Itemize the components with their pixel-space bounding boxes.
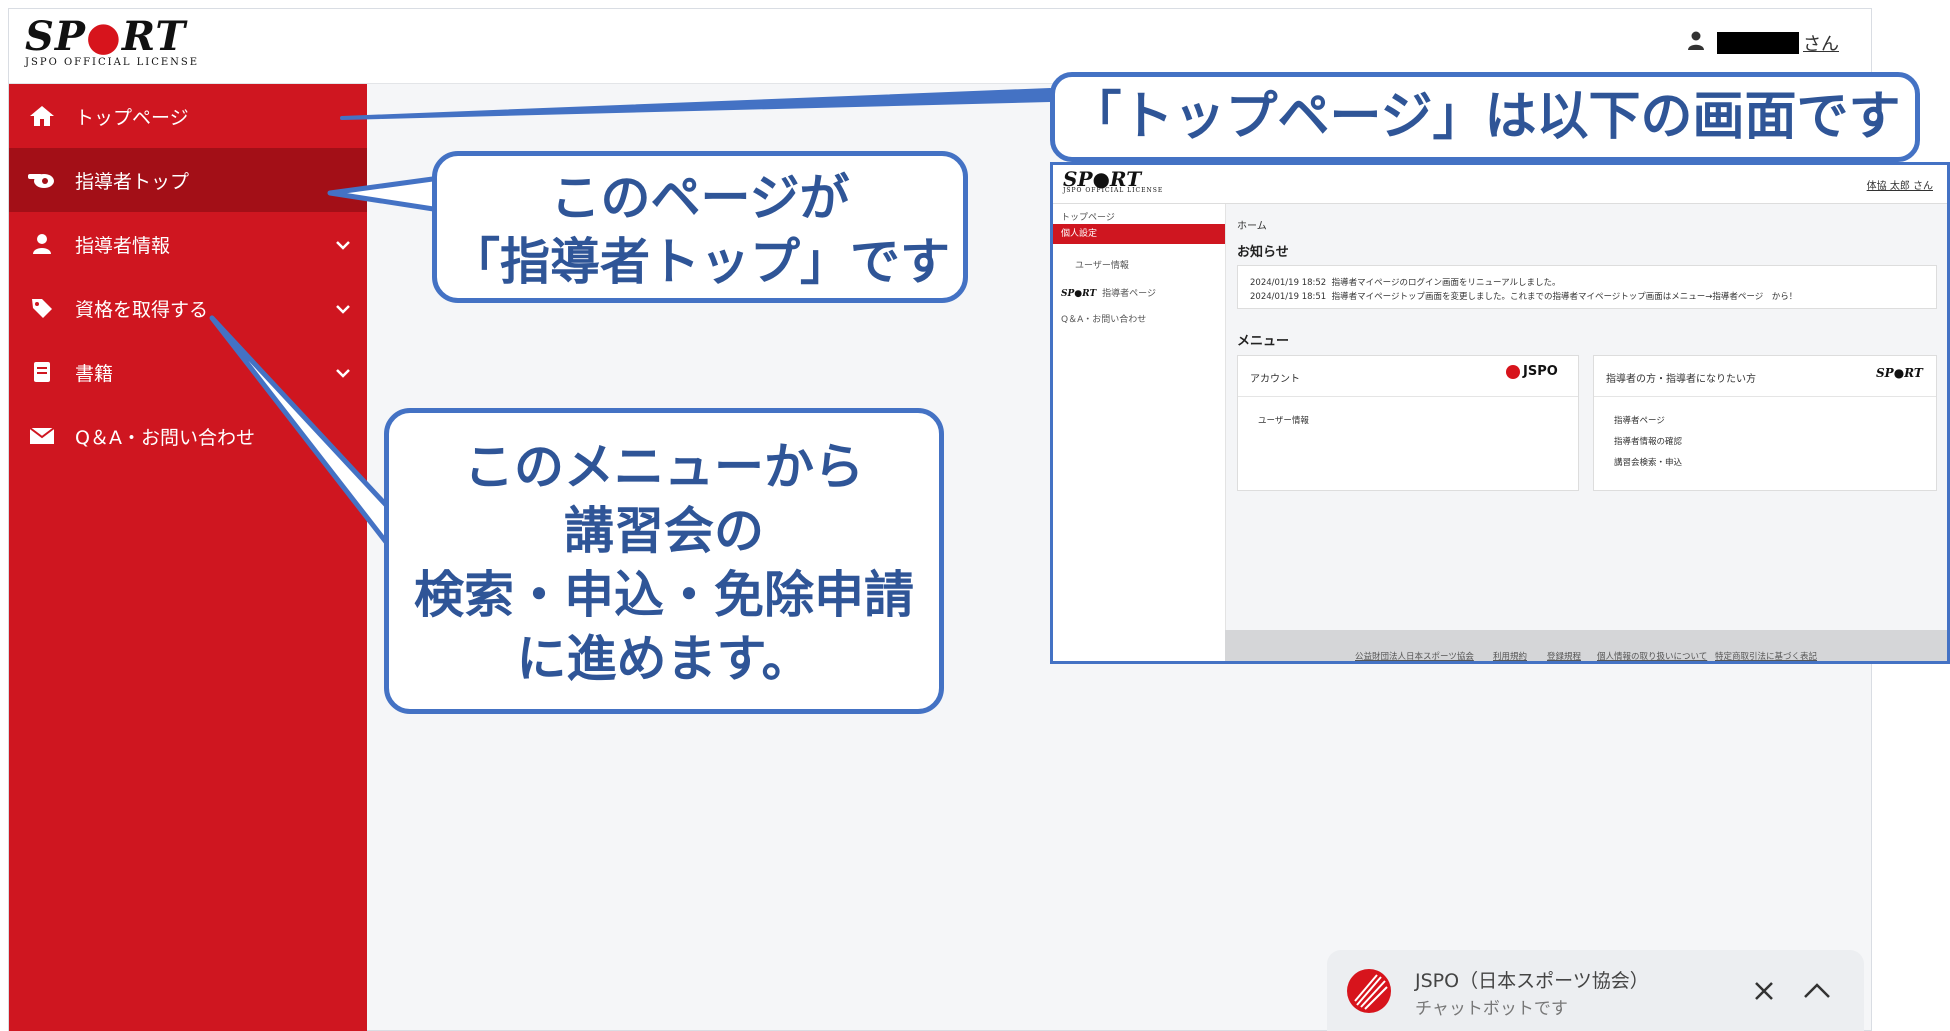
- preview-shidosha-link: 指導者情報の確認: [1614, 437, 1683, 447]
- preview-sport-logo: SP●RT: [1876, 366, 1923, 380]
- preview-news-date: 2024/01/19 18:51: [1250, 292, 1327, 302]
- preview-account-title: アカウント: [1250, 374, 1300, 385]
- callout-menu: このメニューから 講習会の 検索・申込・免除申請 に進めます。: [384, 408, 944, 714]
- callout-line: このメニューから: [464, 438, 864, 496]
- preview-side-user-info: ユーザー情報: [1075, 261, 1129, 271]
- preview-logo: SP●RT JSPO OFFICIAL LICENSE: [1063, 167, 1163, 194]
- preview-shidosha-title: 指導者の方・指導者になりたい方: [1606, 374, 1756, 385]
- callout-shidosha-top: このページが 「指導者トップ」です: [432, 151, 968, 303]
- preview-footer-link: 利用規約: [1493, 652, 1528, 662]
- chevron-up-icon[interactable]: [1802, 980, 1832, 1006]
- preview-side-top: トップページ: [1061, 213, 1115, 223]
- preview-footer-link: 登録規程: [1547, 652, 1582, 662]
- preview-footer: 公益財団法人日本スポーツ協会 利用規約 登録規程 個人情報の取り扱いについて 特…: [1225, 630, 1947, 662]
- callout-top-page-text: 「トップページ」は以下の画面です: [1069, 87, 1901, 147]
- callout-line: に進めます。: [516, 630, 812, 688]
- preview-logo-sub: JSPO OFFICIAL LICENSE: [1063, 187, 1164, 194]
- preview-news-text: 指導者マイページトップ画面を変更しました。これまでの指導者マイページトップ画面は…: [1331, 292, 1798, 302]
- preview-top-bar: SP●RT JSPO OFFICIAL LICENSE 体協 太郎 さん: [1053, 165, 1947, 204]
- preview-user: 体協 太郎 さん: [1866, 181, 1933, 192]
- top-page-preview: SP●RT JSPO OFFICIAL LICENSE 体協 太郎 さん トップ…: [1050, 162, 1950, 664]
- jspo-logo-icon: [1347, 968, 1391, 1013]
- preview-menu-heading: メニュー: [1237, 334, 1290, 349]
- preview-news-row: 2024/01/19 18:52 指導者マイページのログイン画面をリニューアルし…: [1250, 276, 1561, 288]
- chatbot-name: JSPO（日本スポーツ協会）: [1415, 970, 1649, 992]
- preview-side-qa: Q＆A・お問い合わせ: [1061, 315, 1147, 325]
- preview-news-heading: お知らせ: [1237, 245, 1289, 260]
- preview-shidosha-link: 指導者ページ: [1614, 416, 1665, 426]
- callout-line: 講習会の: [564, 502, 764, 560]
- close-icon[interactable]: [1753, 980, 1775, 1006]
- preview-footer-link: 特定商取引法に基づく表記: [1715, 652, 1818, 662]
- callout-line: このページが: [550, 169, 850, 227]
- chatbot-widget[interactable]: JSPO（日本スポーツ協会） チャットボットです: [1327, 950, 1864, 1031]
- preview-account-card: アカウント JSPO ユーザー情報: [1237, 355, 1579, 491]
- preview-side-shidosha: SP●RT 指導者ページ: [1061, 286, 1156, 299]
- chatbot-subtitle: チャットボットです: [1415, 999, 1568, 1019]
- callout-line: 検索・申込・免除申請: [414, 566, 914, 624]
- callout-top-page: 「トップページ」は以下の画面です: [1050, 72, 1920, 162]
- preview-side-logo: SP●RT: [1061, 289, 1097, 299]
- preview-side-personal: 個人設定: [1053, 224, 1225, 244]
- preview-jspo-logo: JSPO: [1506, 364, 1558, 379]
- preview-side-shidosha-label: 指導者ページ: [1102, 289, 1156, 299]
- preview-news-date: 2024/01/19 18:52: [1250, 278, 1327, 288]
- preview-shidosha-link: 講習会検索・申込: [1614, 458, 1683, 468]
- preview-sidebar: トップページ 個人設定 ユーザー情報 SP●RT 指導者ページ Q＆A・お問い合わ…: [1053, 204, 1226, 661]
- preview-shidosha-card: 指導者の方・指導者になりたい方 SP●RT 指導者ページ 指導者情報の確認 講習…: [1593, 355, 1937, 491]
- preview-footer-link: 個人情報の取り扱いについて: [1597, 652, 1708, 662]
- preview-footer-link: 公益財団法人日本スポーツ協会: [1355, 652, 1474, 662]
- preview-breadcrumb: ホーム: [1237, 221, 1267, 232]
- preview-jspo-text: JSPO: [1523, 364, 1558, 379]
- preview-account-link: ユーザー情報: [1258, 416, 1309, 426]
- preview-news-box: 2024/01/19 18:52 指導者マイページのログイン画面をリニューアルし…: [1237, 265, 1937, 309]
- preview-news-text: 指導者マイページのログイン画面をリニューアルしました。: [1331, 278, 1561, 288]
- callout-line: 「指導者トップ」です: [450, 233, 950, 291]
- preview-news-row: 2024/01/19 18:51 指導者マイページトップ画面を変更しました。これ…: [1250, 290, 1797, 302]
